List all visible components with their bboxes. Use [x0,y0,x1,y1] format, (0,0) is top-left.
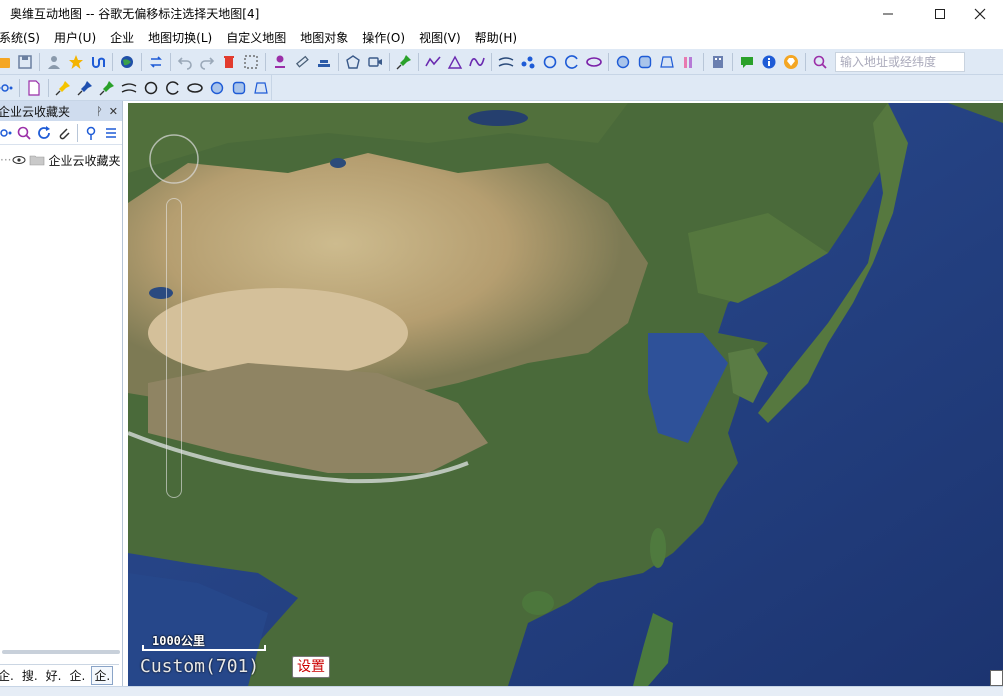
ellipse-icon[interactable] [583,51,605,73]
menu-user[interactable]: 用户(U) [47,27,103,49]
tree-item-enterprise-favorites[interactable]: ··· 企业云收藏夹 [0,151,120,169]
close-icon [974,8,986,19]
menu-view[interactable]: 视图(V) [412,27,468,49]
menu-system[interactable]: 系统(S) [0,27,47,49]
compass-control[interactable] [148,133,200,185]
panel-horizontal-scrollbar[interactable] [2,650,120,654]
tab-enterprise-2[interactable]: 企. [67,667,87,684]
sync-icon[interactable] [145,51,167,73]
delete-icon[interactable] [218,51,240,73]
network-icon[interactable] [0,77,16,99]
satellite-map-image [128,103,1003,686]
panel-locate-icon[interactable] [81,122,101,144]
search-icon[interactable] [809,51,831,73]
filled-circle-icon[interactable] [612,51,634,73]
arc-icon[interactable] [561,51,583,73]
circle-icon[interactable] [539,51,561,73]
layer-icon[interactable] [313,51,335,73]
menu-map-objects[interactable]: 地图对象 [293,27,355,49]
pin-panel-icon[interactable]: ᚹ [96,105,103,118]
undo-icon[interactable] [174,51,196,73]
green-pin-icon[interactable] [96,77,118,99]
pushpin-icon[interactable] [393,51,415,73]
video-icon[interactable] [364,51,386,73]
main-toolbar: 输入地址或经纬度 [0,49,1003,75]
diamond-icon[interactable] [780,51,802,73]
chat-icon[interactable] [736,51,758,73]
ruler-icon[interactable] [291,51,313,73]
user-icon[interactable] [43,51,65,73]
filled-rect-icon[interactable] [634,51,656,73]
panel-tabs: 企. 搜. 好. 企. 企. [0,664,119,686]
bars-icon[interactable] [678,51,700,73]
polyline-icon[interactable] [422,51,444,73]
settings-button[interactable]: 设置 [292,656,330,678]
road-line-icon[interactable] [118,77,140,99]
yellow-pin-icon[interactable] [52,77,74,99]
points-icon[interactable] [517,51,539,73]
panel-search-icon[interactable] [14,122,34,144]
globe-icon[interactable] [116,51,138,73]
draw-filled-rect-icon[interactable] [228,77,250,99]
panel-attach-icon[interactable] [54,122,74,144]
maximize-icon [935,8,945,19]
document-icon[interactable] [23,77,45,99]
favorites-panel: 企业云收藏夹 ᚹ ✕ ··· 企业云收藏夹 [0,101,123,686]
panel-refresh-icon[interactable] [34,122,54,144]
filled-polygon-icon[interactable] [656,51,678,73]
menu-map-switch[interactable]: 地图切换(L) [141,27,219,49]
panel-network-icon[interactable] [0,122,14,144]
map-view[interactable] [128,103,1003,686]
draw-arc-icon[interactable] [162,77,184,99]
favorite-star-icon[interactable] [65,51,87,73]
menu-bar: 系统(S) 用户(U) 企业 地图切换(L) 自定义地图 地图对象 操作(O) … [0,27,995,49]
scale-bar [142,645,266,651]
draw-ellipse-icon[interactable] [184,77,206,99]
draw-polygon-icon[interactable] [250,77,272,99]
redo-icon[interactable] [196,51,218,73]
menu-help[interactable]: 帮助(H) [468,27,524,49]
angle-icon[interactable] [444,51,466,73]
custom-map-label: Custom(701) [140,656,260,677]
save-icon[interactable] [14,51,36,73]
corner-grip[interactable] [990,670,1003,686]
close-panel-icon[interactable]: ✕ [109,105,118,118]
zoom-slider[interactable] [166,198,182,498]
open-icon[interactable] [0,51,14,73]
drawing-toolbar [0,75,272,101]
panel-sort-icon[interactable] [101,122,121,144]
visibility-eye-icon[interactable] [12,155,26,165]
curve-icon[interactable] [466,51,488,73]
tree-item-label: 企业云收藏夹 [48,153,121,168]
panel-header: 企业云收藏夹 ᚹ ✕ [0,101,122,121]
building-icon[interactable] [707,51,729,73]
panel-toolbar [0,121,122,145]
title-bar: 奥维互动地图 -- 谷歌无偏移标注选择天地图[4] [0,0,1003,27]
tab-enterprise-1[interactable]: 企. [0,667,16,684]
status-bar [0,686,1003,696]
window-title: 奥维互动地图 -- 谷歌无偏移标注选择天地图[4] [10,7,260,21]
polygon-tool-icon[interactable] [342,51,364,73]
select-area-icon[interactable] [240,51,262,73]
menu-enterprise[interactable]: 企业 [103,27,141,49]
close-button[interactable] [957,0,1003,27]
tab-enterprise-active[interactable]: 企. [91,666,114,685]
tab-search[interactable]: 搜. [20,667,40,684]
pin-person-icon[interactable] [269,51,291,73]
address-search-input[interactable]: 输入地址或经纬度 [835,51,965,72]
road-icon[interactable] [495,51,517,73]
menu-custom-map[interactable]: 自定义地图 [219,27,293,49]
folder-icon [30,155,45,166]
minimize-button[interactable] [865,0,911,27]
minimize-icon [883,13,893,14]
route-icon[interactable] [87,51,109,73]
menu-operation[interactable]: 操作(O) [355,27,412,49]
draw-filled-circle-icon[interactable] [206,77,228,99]
draw-circle-icon[interactable] [140,77,162,99]
panel-title: 企业云收藏夹 [0,104,71,119]
tab-friends[interactable]: 好. [44,667,64,684]
blue-pin-icon[interactable] [74,77,96,99]
info-icon[interactable] [758,51,780,73]
